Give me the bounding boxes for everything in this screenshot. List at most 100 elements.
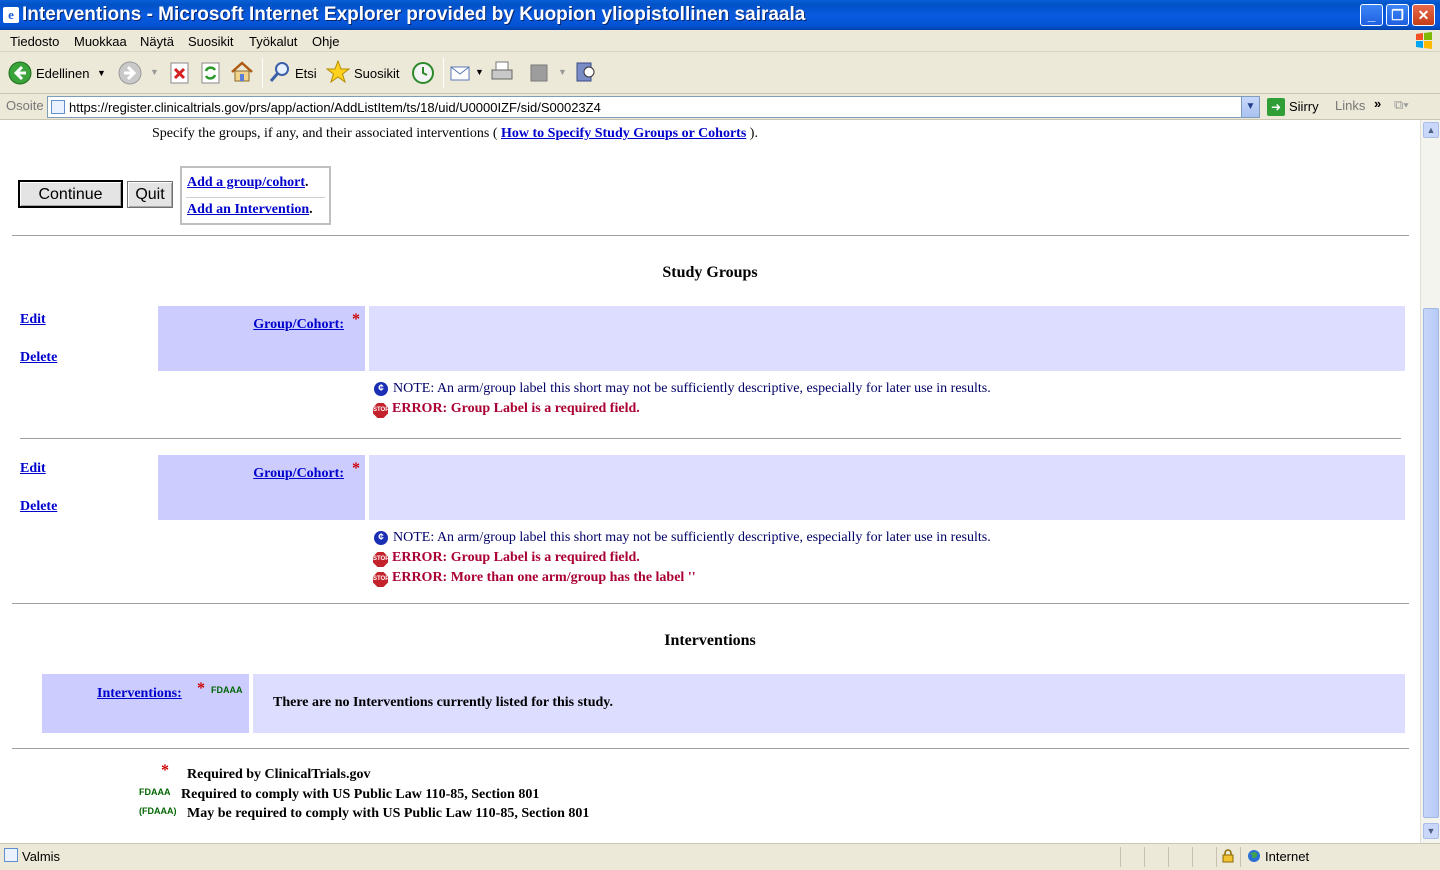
required-mark: * bbox=[352, 460, 360, 477]
edit-group-link[interactable]: Edit bbox=[20, 461, 46, 477]
menu-tools[interactable]: Työkalut bbox=[249, 34, 297, 49]
note-text: NOTE: An arm/group label this short may … bbox=[393, 530, 991, 545]
forward-arrow-icon[interactable] bbox=[118, 61, 142, 85]
error-text: ERROR: More than one arm/group has the l… bbox=[392, 570, 696, 585]
status-pane bbox=[1216, 847, 1240, 867]
group-value-cell[interactable] bbox=[369, 455, 1405, 520]
legend-fdaaa-optional-text: May be required to comply with US Public… bbox=[187, 806, 590, 821]
menu-view[interactable]: Näytä bbox=[140, 34, 174, 49]
menu-favorites[interactable]: Suosikit bbox=[188, 34, 234, 49]
required-mark: * bbox=[352, 311, 360, 328]
go-arrow-icon[interactable]: ➜ bbox=[1267, 98, 1285, 116]
divider bbox=[186, 197, 325, 198]
group-label-cell: Group/Cohort: * bbox=[158, 455, 365, 520]
add-group-link[interactable]: Add a group/cohort bbox=[187, 175, 305, 190]
toolbar-separator bbox=[443, 58, 444, 88]
globe-icon bbox=[1248, 850, 1260, 862]
add-intervention-period: . bbox=[309, 202, 313, 217]
group-cohort-link[interactable]: Group/Cohort: bbox=[253, 466, 344, 482]
divider bbox=[12, 235, 1409, 236]
status-pane bbox=[1192, 847, 1216, 867]
links-chevron-icon[interactable]: » bbox=[1374, 96, 1381, 111]
back-dropdown-icon[interactable]: ▼ bbox=[97, 68, 106, 78]
mail-dropdown-icon[interactable]: ▼ bbox=[475, 67, 484, 77]
study-groups-title: Study Groups bbox=[662, 264, 758, 281]
toolbar: Edellinen ▼ ▼ Etsi Suosikit ▼ ▼ bbox=[0, 52, 1440, 94]
edit-dropdown-icon: ▼ bbox=[558, 67, 567, 77]
edit-page-icon[interactable] bbox=[528, 61, 552, 85]
favorites-label: Suosikit bbox=[354, 66, 400, 81]
delete-group-link[interactable]: Delete bbox=[20, 350, 57, 366]
search-button[interactable]: Etsi bbox=[268, 60, 322, 86]
title-bar: e Interventions - Microsoft Internet Exp… bbox=[0, 0, 1440, 30]
menu-file[interactable]: Tiedosto bbox=[10, 34, 59, 49]
interventions-label-cell: Interventions: * FDAAA bbox=[42, 674, 249, 733]
divider bbox=[12, 603, 1409, 604]
minimize-button[interactable]: _ bbox=[1360, 4, 1383, 26]
back-label: Edellinen bbox=[36, 66, 90, 81]
links-button[interactable]: Links bbox=[1335, 98, 1365, 113]
close-button[interactable]: ✕ bbox=[1412, 4, 1435, 26]
refresh-icon[interactable] bbox=[199, 61, 223, 85]
search-label: Etsi bbox=[295, 66, 317, 81]
group-error: STOP ERROR: Group Label is a required fie… bbox=[373, 550, 640, 567]
browser-window: e Interventions - Microsoft Internet Exp… bbox=[0, 0, 1440, 870]
scroll-thumb[interactable] bbox=[1423, 308, 1439, 818]
group-cohort-link[interactable]: Group/Cohort: bbox=[253, 317, 344, 333]
zone-text: Internet bbox=[1265, 849, 1310, 864]
how-to-link[interactable]: How to Specify Study Groups or Cohorts bbox=[501, 126, 746, 141]
group-note: ¢ NOTE: An arm/group label this short may… bbox=[374, 530, 991, 546]
status-pane bbox=[1120, 847, 1144, 867]
maximize-button[interactable]: ❐ bbox=[1386, 4, 1409, 26]
address-dropdown-icon[interactable]: ▼ bbox=[1241, 97, 1259, 117]
fdaaa-badge: FDAAA bbox=[211, 685, 243, 695]
edit-group-link[interactable]: Edit bbox=[20, 312, 46, 328]
mail-icon[interactable] bbox=[449, 61, 473, 85]
research-icon[interactable] bbox=[574, 60, 598, 84]
status-zone-pane: Internet bbox=[1240, 847, 1440, 867]
intro-end: ). bbox=[749, 126, 758, 141]
back-arrow-icon bbox=[8, 61, 32, 85]
stop-sign-icon: STOP bbox=[373, 552, 388, 567]
menu-edit[interactable]: Muokkaa bbox=[74, 34, 127, 49]
status-pane bbox=[1168, 847, 1192, 867]
legend-fdaaa-mark: FDAAA bbox=[139, 787, 171, 797]
address-label: Osoite bbox=[6, 98, 44, 113]
stop-sign-icon: STOP bbox=[373, 403, 388, 418]
home-icon[interactable] bbox=[230, 60, 254, 84]
intro-line: Specify the groups, if any, and their as… bbox=[152, 126, 758, 142]
status-text: Valmis bbox=[22, 849, 61, 864]
info-icon: ¢ bbox=[374, 382, 388, 396]
address-url[interactable]: https://register.clinicaltrials.gov/prs/… bbox=[69, 100, 601, 115]
interventions-value-cell: There are no Interventions currently lis… bbox=[253, 674, 1405, 733]
continue-button[interactable]: Continue bbox=[18, 180, 123, 208]
required-mark: * bbox=[197, 680, 205, 697]
links-extra-icon: ⧉▾ bbox=[1394, 97, 1409, 112]
history-icon[interactable] bbox=[411, 61, 435, 85]
add-intervention-link[interactable]: Add an Intervention bbox=[187, 202, 309, 217]
star-icon bbox=[326, 60, 350, 84]
scroll-down-icon[interactable]: ▼ bbox=[1423, 823, 1439, 839]
status-pane bbox=[1144, 847, 1168, 867]
group-error: STOP ERROR: Group Label is a required fie… bbox=[373, 401, 640, 418]
forward-dropdown-icon: ▼ bbox=[150, 67, 159, 77]
stop-icon[interactable] bbox=[168, 61, 192, 85]
group-label-cell: Group/Cohort: * bbox=[158, 306, 365, 371]
scroll-up-icon[interactable]: ▲ bbox=[1423, 122, 1439, 138]
print-icon[interactable] bbox=[490, 60, 514, 84]
interventions-link[interactable]: Interventions: bbox=[97, 686, 182, 702]
windows-logo-icon bbox=[1416, 32, 1432, 49]
group-value-cell[interactable] bbox=[369, 306, 1405, 371]
delete-group-link[interactable]: Delete bbox=[20, 499, 57, 515]
address-input[interactable]: https://register.clinicaltrials.gov/prs/… bbox=[47, 96, 1260, 118]
quit-button[interactable]: Quit bbox=[127, 181, 173, 208]
menu-help[interactable]: Ohje bbox=[312, 34, 339, 49]
favorites-button[interactable]: Suosikit bbox=[326, 60, 402, 86]
go-button[interactable]: Siirry bbox=[1289, 99, 1319, 114]
status-bar: Valmis Internet bbox=[0, 843, 1440, 870]
add-links-box: Add a group/cohort. Add an Intervention. bbox=[180, 166, 331, 225]
back-button[interactable]: Edellinen ▼ bbox=[8, 60, 108, 86]
add-group-row: Add a group/cohort. bbox=[187, 175, 308, 191]
lock-icon bbox=[1222, 849, 1234, 863]
vertical-scrollbar[interactable]: ▲ ▼ bbox=[1420, 120, 1440, 843]
